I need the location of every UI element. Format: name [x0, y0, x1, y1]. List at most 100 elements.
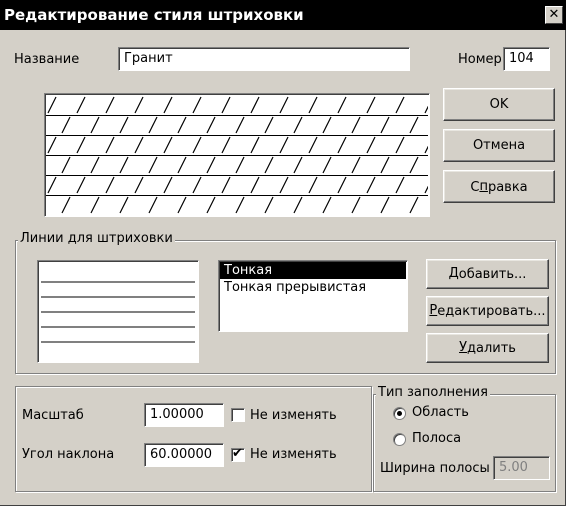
- hatch-segment: [206, 116, 216, 134]
- hatch-segment: [105, 96, 115, 114]
- hatch-segment: [380, 156, 390, 174]
- delete-line-button[interactable]: Удалить: [426, 333, 549, 363]
- hatch-segment: [337, 96, 347, 114]
- hatch-segment: [105, 176, 115, 194]
- hatch-segment: [380, 196, 390, 214]
- list-item[interactable]: Тонкая прерывистая: [220, 279, 406, 296]
- hatch-preview: [44, 93, 430, 217]
- hatch-segment: [366, 96, 376, 114]
- close-button[interactable]: ✕: [545, 6, 563, 24]
- add-line-button[interactable]: Добавить...: [426, 259, 549, 289]
- scale-lock-label: Не изменять: [250, 408, 337, 423]
- strip-width-label: Ширина полосы: [380, 461, 490, 476]
- scale-label: Масштаб: [22, 408, 84, 423]
- hatch-segment: [409, 196, 419, 214]
- number-label: Номер: [458, 52, 502, 67]
- hatch-segment: [395, 176, 405, 194]
- fill-strip-label: Полоса: [412, 431, 462, 446]
- scale-lock-checkbox[interactable]: [231, 408, 245, 422]
- list-item[interactable]: Тонкая: [220, 262, 406, 279]
- hatch-segment: [395, 136, 405, 154]
- hatch-segment: [90, 116, 100, 134]
- hatch-segment: [337, 136, 347, 154]
- angle-lock-checkbox[interactable]: ✔: [231, 446, 245, 462]
- hatch-segment: [134, 176, 144, 194]
- hatch-segment: [206, 156, 216, 174]
- line-types-list[interactable]: Тонкая Тонкая прерывистая: [218, 260, 408, 332]
- hatch-segment: [105, 136, 115, 154]
- hatch-segment: [279, 96, 289, 114]
- hatch-segment: [293, 156, 303, 174]
- hatch-segment: [308, 96, 318, 114]
- hatch-segment: [308, 136, 318, 154]
- hatch-segment: [61, 116, 71, 134]
- name-input[interactable]: Гранит: [118, 47, 410, 71]
- hatch-segment: [61, 156, 71, 174]
- hatch-segment: [351, 196, 361, 214]
- edit-line-button[interactable]: Редактировать...: [426, 296, 549, 326]
- hatch-segment: [76, 96, 86, 114]
- fill-area-label: Область: [412, 405, 469, 420]
- hatch-segment: [119, 116, 129, 134]
- hatch-segment: [235, 156, 245, 174]
- radio-dot-icon: [397, 411, 402, 416]
- hatch-segment: [264, 196, 274, 214]
- hatch-segment: [264, 156, 274, 174]
- hatch-segment: [90, 196, 100, 214]
- hatch-segment: [134, 96, 144, 114]
- hatch-segment: [424, 185, 428, 194]
- hatch-segment: [409, 156, 419, 174]
- hatch-segment: [250, 176, 260, 194]
- scale-input[interactable]: 1.00000: [144, 403, 224, 427]
- dialog-title: Редактирование стиля штриховки: [4, 6, 304, 24]
- hatch-segment: [250, 96, 260, 114]
- hatch-segment: [134, 136, 144, 154]
- hatch-segment: [177, 196, 187, 214]
- hatch-segment: [90, 156, 100, 174]
- hatch-segment: [148, 156, 158, 174]
- hatch-segment: [322, 156, 332, 174]
- hatch-segment: [322, 116, 332, 134]
- fill-strip-radio[interactable]: [393, 433, 406, 446]
- hatch-segment: [221, 136, 231, 154]
- hatch-segment: [235, 196, 245, 214]
- hatch-segment: [424, 105, 428, 114]
- hatch-segment: [206, 196, 216, 214]
- hatch-segment: [163, 136, 173, 154]
- hatch-segment: [221, 96, 231, 114]
- name-label: Название: [14, 52, 80, 67]
- number-input[interactable]: 104: [503, 47, 550, 71]
- hatch-segment: [177, 156, 187, 174]
- title-bar: Редактирование стиля штриховки: [0, 0, 566, 30]
- hatch-segment: [61, 196, 71, 214]
- hatch-segment: [235, 116, 245, 134]
- hatch-segment: [119, 196, 129, 214]
- lines-group-title: Линии для штриховки: [18, 231, 175, 246]
- hatch-segment: [47, 136, 57, 154]
- hatch-segment: [351, 116, 361, 134]
- hatch-segment: [221, 176, 231, 194]
- hatch-segment: [163, 96, 173, 114]
- help-button[interactable]: Справка: [443, 170, 555, 203]
- hatch-segment: [250, 136, 260, 154]
- hatch-segment: [177, 116, 187, 134]
- hatch-segment: [192, 96, 202, 114]
- hatch-segment: [308, 176, 318, 194]
- hatch-segment: [409, 116, 419, 134]
- hatch-segment: [148, 116, 158, 134]
- hatch-segment: [264, 116, 274, 134]
- strip-width-input: 5.00: [493, 456, 550, 480]
- angle-input[interactable]: 60.00000: [144, 443, 224, 467]
- hatch-segment: [366, 136, 376, 154]
- fill-area-radio[interactable]: [393, 407, 406, 420]
- hatch-segment: [424, 145, 428, 154]
- ok-button[interactable]: OK: [443, 88, 555, 121]
- hatch-segment: [148, 196, 158, 214]
- hatch-segment: [279, 176, 289, 194]
- hatch-segment: [351, 156, 361, 174]
- angle-lock-label: Не изменять: [250, 447, 337, 462]
- cancel-button[interactable]: Отмена: [443, 129, 555, 162]
- hatch-segment: [337, 176, 347, 194]
- hatch-segment: [76, 176, 86, 194]
- hatch-segment: [47, 96, 57, 114]
